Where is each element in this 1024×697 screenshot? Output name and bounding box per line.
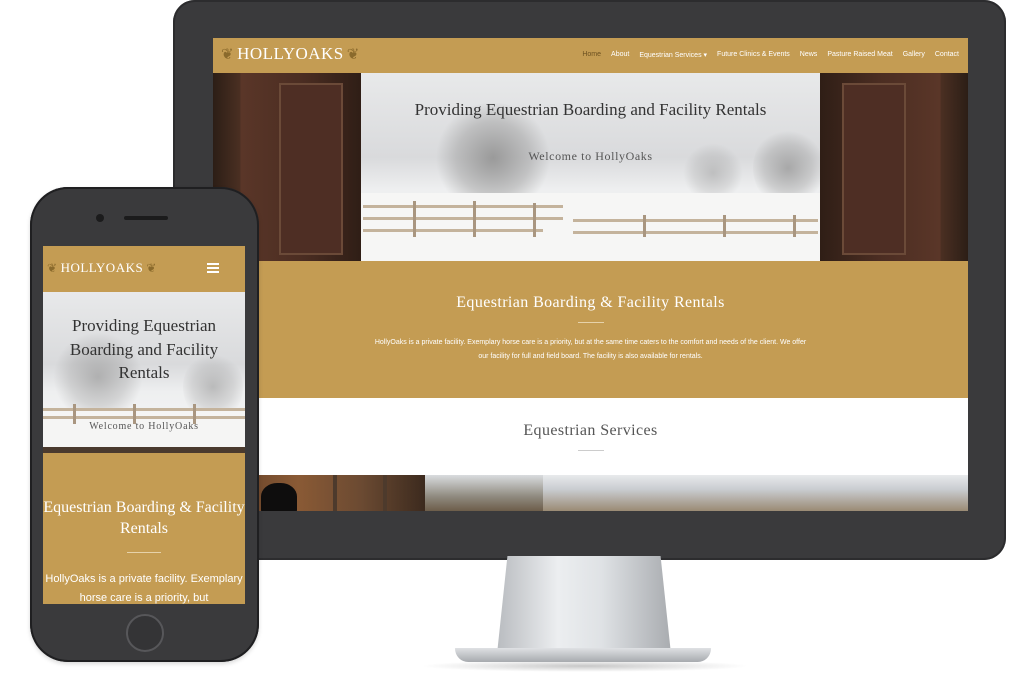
fence-post (473, 201, 476, 237)
mobile-navbar: ❦ HOLLYOAKS ❦ (43, 246, 245, 292)
door-panel (279, 83, 343, 255)
boarding-title: Equestrian Boarding & Facility Rentals (456, 294, 725, 311)
services-title: Equestrian Services (523, 422, 658, 439)
fence-rail (573, 231, 818, 234)
desktop-screen: ❦ HOLLYOAKS ❦ Home About Equestrian Serv… (213, 38, 968, 511)
boarding-section: Equestrian Boarding & Facility Rentals H… (213, 261, 968, 398)
nav-item-pasture-raised-meat[interactable]: Pasture Raised Meat (822, 51, 897, 59)
nav-item-home[interactable]: Home (577, 51, 606, 59)
boarding-description: HollyOaks is a private facility. Exempla… (374, 339, 807, 360)
nav-item-news[interactable]: News (795, 51, 823, 59)
stable-beam (333, 475, 337, 511)
phone-camera (96, 214, 104, 222)
mobile-boarding-description: HollyOaks is a private facility. Exempla… (45, 573, 243, 604)
fence-post (533, 203, 536, 237)
hero-snow-field (361, 193, 820, 261)
monitor-stand-base (455, 648, 711, 662)
phone-home-button[interactable] (126, 614, 164, 652)
nav-item-contact[interactable]: Contact (930, 51, 964, 59)
wheat-leaf-icon: ❦ (346, 46, 360, 63)
nav-item-gallery[interactable]: Gallery (898, 51, 930, 59)
site-logo[interactable]: ❦ HOLLYOAKS ❦ (221, 44, 360, 64)
wheat-leaf-icon: ❦ (47, 260, 58, 275)
fence-rail (363, 229, 543, 232)
section-divider (578, 322, 604, 323)
indoor-arena-photo[interactable] (543, 475, 968, 511)
fence-post (793, 215, 796, 237)
section-divider (578, 450, 604, 451)
fence-post (413, 201, 416, 237)
mobile-hero-banner: Providing Equestrian Boarding and Facili… (43, 292, 245, 453)
barn-aisle-photo[interactable] (425, 475, 543, 511)
fence-rail (573, 219, 818, 222)
fence-post (723, 215, 726, 237)
main-menu: Home About Equestrian Services ▾ Future … (577, 51, 964, 59)
nav-item-future-clinics-events[interactable]: Future Clinics & Events (712, 51, 795, 59)
mobile-screen: ❦ HOLLYOAKS ❦ Providing Equestrian Board… (43, 246, 245, 604)
monitor-stand-neck (497, 556, 671, 654)
mobile-site-logo[interactable]: ❦ HOLLYOAKS ❦ (47, 260, 157, 276)
hero-title: Providing Equestrian Boarding and Facili… (414, 100, 767, 119)
stable-beam (383, 475, 387, 511)
mobile-hero-subtitle: Welcome to HollyOaks (89, 421, 199, 432)
nav-item-about[interactable]: About (606, 51, 634, 59)
barn-door-right (820, 73, 968, 261)
door-panel (842, 83, 906, 255)
desktop-navbar: ❦ HOLLYOAKS ❦ Home About Equestrian Serv… (213, 38, 968, 73)
phone-speaker (124, 216, 168, 220)
wheat-leaf-icon: ❦ (146, 260, 157, 275)
hero-ground-strip (43, 447, 245, 453)
section-divider (127, 552, 161, 553)
services-photo-strip (213, 475, 968, 511)
wheat-leaf-icon: ❦ (221, 46, 235, 63)
logo-text: HOLLYOAKS (237, 44, 344, 63)
nav-item-equestrian-services[interactable]: Equestrian Services ▾ (634, 51, 712, 59)
hero-banner: Providing Equestrian Boarding and Facili… (213, 73, 968, 261)
horse-head (261, 483, 297, 511)
mobile-boarding-title: Equestrian Boarding & Facility Rentals (43, 499, 245, 537)
mobile-hero-title: Providing Equestrian Boarding and Facili… (69, 316, 219, 382)
logo-text: HOLLYOAKS (60, 260, 144, 275)
fence-post (643, 215, 646, 237)
hamburger-menu-icon[interactable] (207, 263, 219, 273)
hero-subtitle: Welcome to HollyOaks (528, 149, 653, 163)
